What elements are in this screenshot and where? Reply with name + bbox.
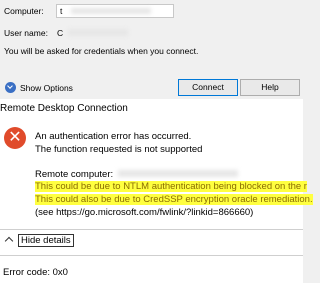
dialog-title: Remote Desktop Connection xyxy=(0,103,128,114)
chevron-down-icon[interactable] xyxy=(5,82,16,93)
redacted-value xyxy=(71,8,151,14)
divider-2 xyxy=(0,255,303,256)
redacted-user xyxy=(68,29,128,36)
error-line-1: An authentication error has occurred. xyxy=(35,131,192,142)
user-label: User name: xyxy=(4,28,48,38)
connect-button[interactable]: Connect xyxy=(178,79,238,96)
connect-panel: Computer: t User name: C You will be ask… xyxy=(0,0,303,99)
error-code: Error code: 0x0 xyxy=(3,267,68,278)
credssp-note: This could also be due to CredSSP encryp… xyxy=(35,194,313,205)
user-value: C xyxy=(57,28,64,38)
credentials-note: You will be asked for credentials when y… xyxy=(4,46,199,56)
show-options-link[interactable]: Show Options xyxy=(20,83,73,93)
error-icon: ✕ xyxy=(4,127,26,149)
hide-details-toggle[interactable]: Hide details xyxy=(4,234,74,247)
divider xyxy=(0,229,303,230)
help-button[interactable]: Help xyxy=(240,79,300,96)
error-dialog: Remote Desktop Connection ✕ An authentic… xyxy=(0,99,313,283)
computer-value: t xyxy=(60,6,63,16)
error-line-2: The function requested is not supported xyxy=(35,144,203,155)
remote-computer-label: Remote computer: xyxy=(35,169,114,180)
help-link[interactable]: (see https://go.microsoft.com/fwlink/?li… xyxy=(35,207,253,218)
ntlm-note: This could be due to NTLM authentication… xyxy=(35,181,307,192)
hide-details-label: Hide details xyxy=(18,234,74,247)
redacted-remote xyxy=(118,170,238,177)
chevron-up-icon xyxy=(4,236,14,246)
computer-label: Computer: xyxy=(4,6,44,16)
computer-field[interactable]: t xyxy=(56,4,174,18)
